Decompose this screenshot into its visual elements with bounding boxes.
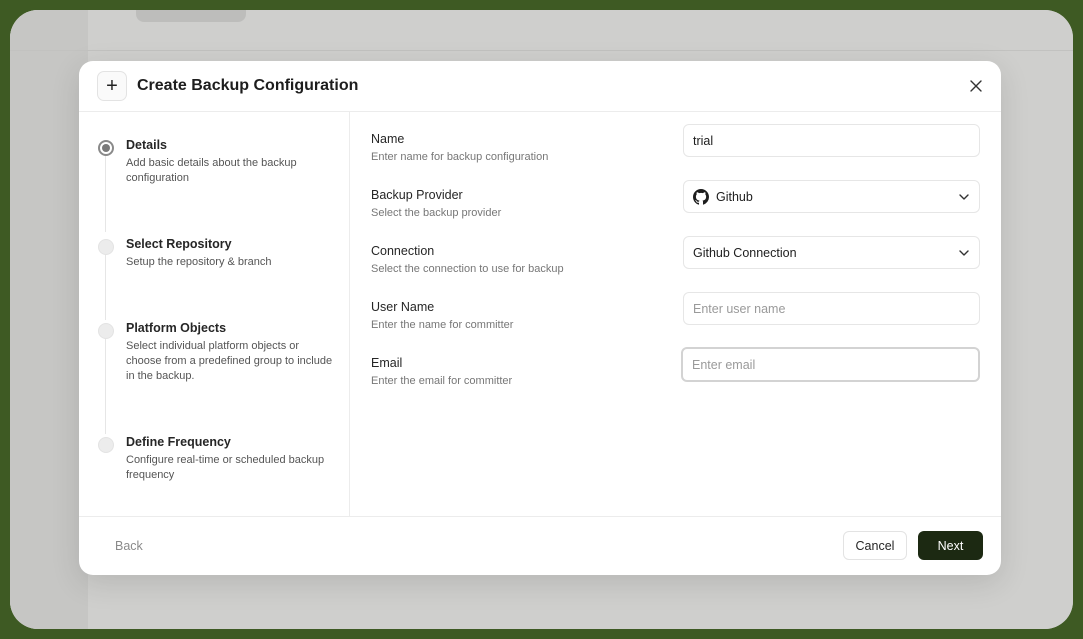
background-sidebar [10,10,88,629]
name-input[interactable]: trial [683,124,980,157]
modal-footer: Back Cancel Next [79,516,1001,575]
step-platform-objects[interactable]: Platform Objects Select individual platf… [98,321,338,384]
step-title: Details [126,138,167,152]
plus-icon: + [97,71,127,101]
close-button[interactable] [965,75,987,97]
step-title: Platform Objects [126,321,227,335]
connection-field-row: Connection Select the connection to use … [371,236,980,284]
name-field-row: Name Enter name for backup configuration… [371,124,980,172]
step-description: Setup the repository & branch [126,256,272,268]
modal-header: + Create Backup Configuration [79,61,1001,112]
modal-title: Create Backup Configuration [137,77,359,94]
step-define-frequency[interactable]: Define Frequency Configure real-time or … [98,435,338,483]
step-description: Select individual platform objects or ch… [126,340,333,382]
step-indicator [98,239,114,255]
provider-field-row: Backup Provider Select the backup provid… [371,180,980,228]
back-button[interactable]: Back [115,539,143,553]
step-description: Configure real-time or scheduled backup … [126,454,325,481]
step-title: Select Repository [126,237,232,251]
cancel-button[interactable]: Cancel [843,531,907,560]
close-icon [970,80,982,92]
email-field-row: Email Enter the email for committer Ente… [371,347,980,396]
connection-value: Github Connection [693,245,797,260]
chevron-down-icon [959,250,969,256]
chevron-down-icon [959,194,969,200]
email-input[interactable]: Enter email [681,347,980,382]
step-indicator [98,323,114,339]
background-divider [10,50,1073,51]
step-details[interactable]: Details Add basic details about the back… [98,138,338,186]
step-select-repository[interactable]: Select Repository Setup the repository &… [98,237,338,270]
provider-select[interactable]: Github [683,180,980,213]
provider-value: Github [716,189,753,204]
stepper: Details Add basic details about the back… [79,112,350,516]
user-name-field-row: User Name Enter the name for committer E… [371,292,980,340]
user-name-input[interactable]: Enter user name [683,292,980,325]
step-description: Add basic details about the backup confi… [126,157,297,184]
next-button[interactable]: Next [918,531,983,560]
step-indicator-active [98,140,114,156]
step-title: Define Frequency [126,435,231,449]
modal-body: Details Add basic details about the back… [79,112,1001,516]
details-form: Name Enter name for backup configuration… [350,112,1001,516]
background-tab [136,10,246,22]
github-icon [693,188,709,205]
step-indicator [98,437,114,453]
create-backup-modal: + Create Backup Configuration Details Ad… [79,61,1001,575]
connection-select[interactable]: Github Connection [683,236,980,269]
